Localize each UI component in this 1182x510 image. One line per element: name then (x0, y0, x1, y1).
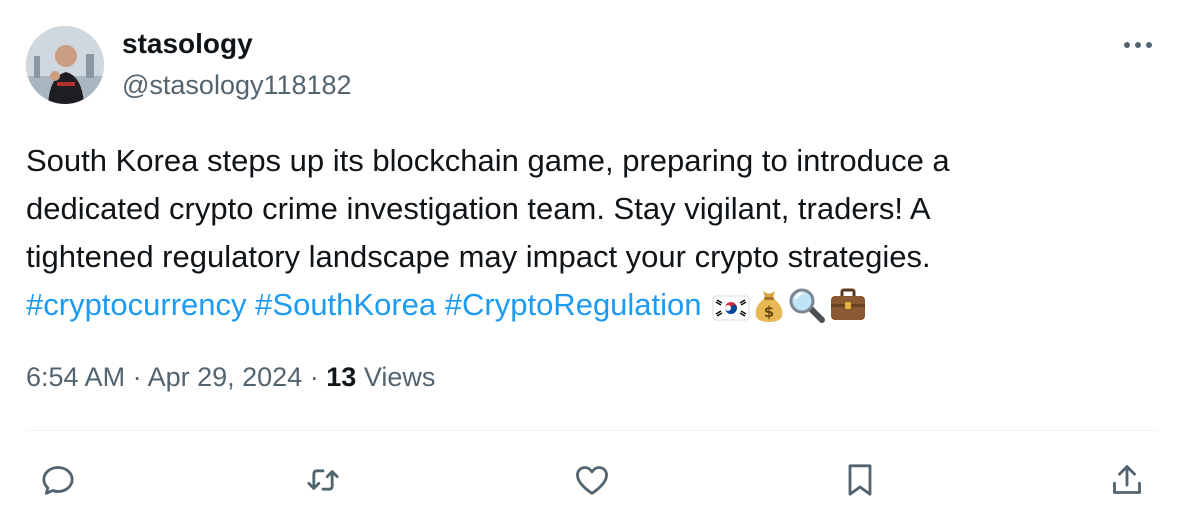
tweet: stasology @stasology118182 South Korea s… (0, 0, 1182, 510)
retweet-icon (307, 469, 339, 491)
tweet-text-line: tightened regulatory landscape may impac… (26, 239, 931, 274)
retweet-button[interactable] (301, 458, 345, 502)
hashtag-cryptocurrency[interactable]: #cryptocurrency (26, 287, 247, 322)
tweet-text: South Korea steps up its blockchain game… (26, 137, 1136, 337)
more-dot-icon (1146, 42, 1152, 48)
meta-separator: · (309, 362, 319, 392)
svg-text:$: $ (764, 303, 774, 321)
more-dot-icon (1135, 42, 1141, 48)
action-bar (0, 450, 1182, 506)
tweet-text-line: South Korea steps up its blockchain game… (26, 143, 950, 178)
bookmark-button[interactable] (838, 458, 882, 502)
bookmark-icon (848, 464, 872, 496)
handle[interactable]: @stasology118182 (122, 68, 352, 102)
views-label: Views (363, 362, 436, 392)
more-dot-icon (1124, 42, 1130, 48)
south-korea-flag-icon (712, 289, 750, 337)
share-button[interactable] (1105, 458, 1149, 502)
tweet-date[interactable]: Apr 29, 2024 (148, 362, 303, 392)
like-icon (576, 466, 608, 495)
reply-icon (42, 466, 74, 495)
tweet-meta: 6:54 AM · Apr 29, 2024 · 13 Views (26, 360, 435, 394)
money-bag-icon: $ (752, 287, 786, 337)
more-options-button[interactable] (1118, 30, 1158, 60)
like-button[interactable] (570, 458, 614, 502)
views-count: 13 (326, 362, 357, 392)
display-name[interactable]: stasology (122, 26, 253, 62)
share-icon (1113, 465, 1141, 494)
tweet-time[interactable]: 6:54 AM (26, 362, 125, 392)
avatar[interactable] (26, 26, 104, 104)
tweet-text-line: dedicated crypto crime investigation tea… (26, 191, 931, 226)
divider (26, 430, 1158, 431)
meta-separator: · (132, 362, 142, 392)
reply-button[interactable] (36, 458, 80, 502)
briefcase-icon (828, 287, 868, 337)
hashtag-southkorea[interactable]: #SouthKorea (255, 287, 436, 322)
hashtag-cryptoregulation[interactable]: #CryptoRegulation (445, 287, 702, 322)
magnifying-glass-icon (788, 287, 826, 337)
hashtag-line: #cryptocurrency #SouthKorea #CryptoRegul… (26, 281, 1136, 337)
